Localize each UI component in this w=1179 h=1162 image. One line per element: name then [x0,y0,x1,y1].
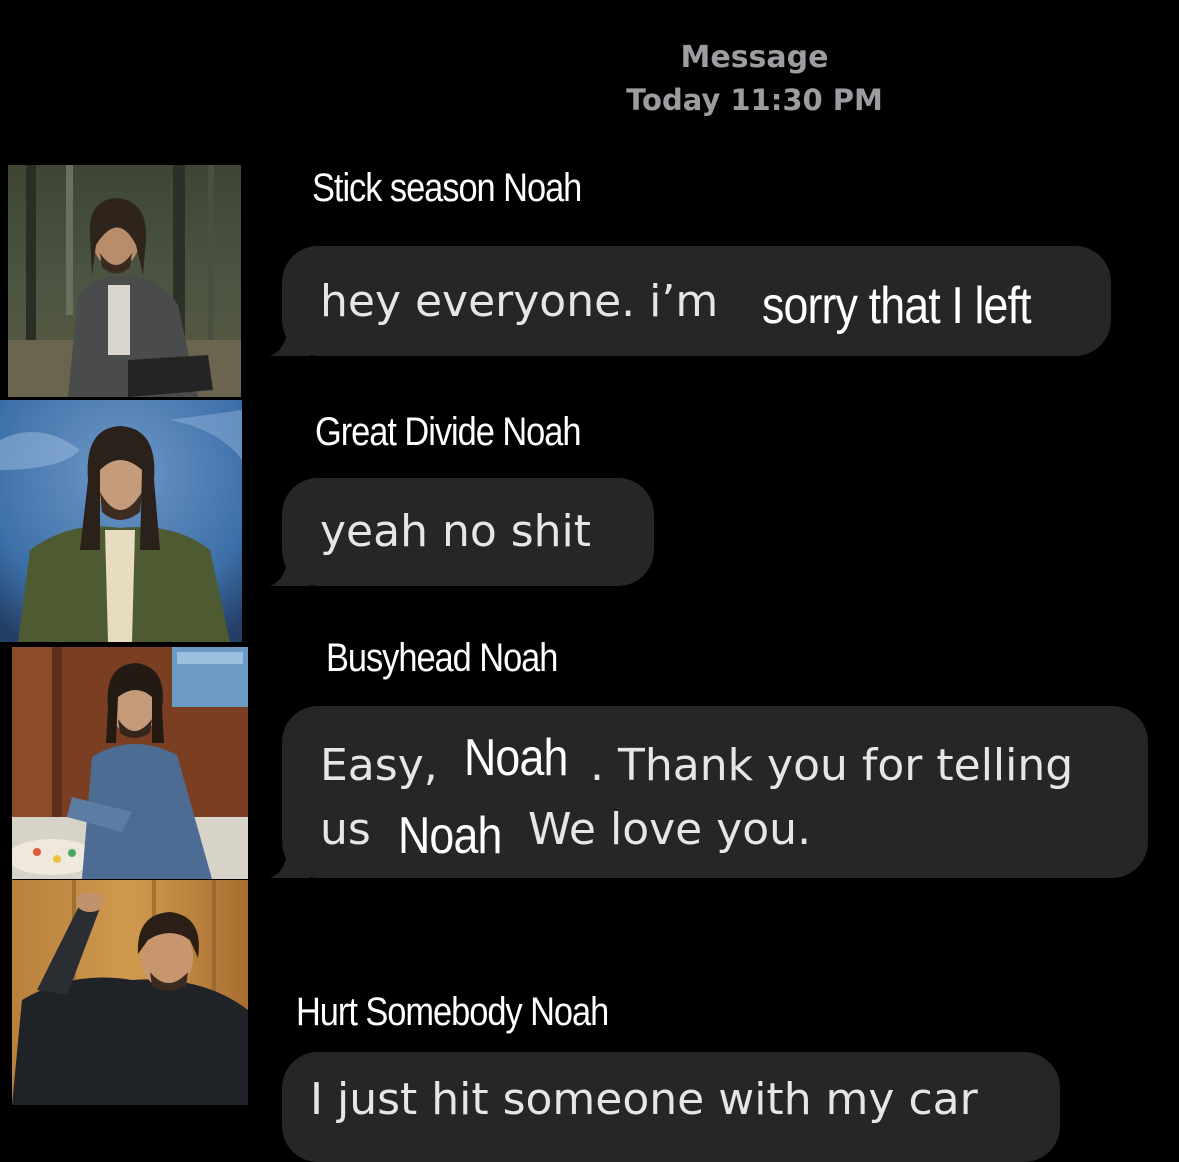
message-text-edit: Noah [464,729,568,787]
message-bubble[interactable]: Easy, Noah . Thank you for telling us No… [270,706,1148,878]
header-timestamp: Today 11:30 PM [626,83,883,117]
sender-name: Busyhead Noah [326,636,558,680]
message-bubble[interactable]: yeah no shit [270,478,654,586]
bubble-tail-icon [270,848,310,878]
message-text-edit: sorry that I left [762,277,1032,335]
avatar-great-divide [0,400,242,642]
message-text: Easy, [320,740,438,791]
person-photo-icon [0,400,242,642]
sender-name: Great Divide Noah [315,410,581,454]
sender-name: Hurt Somebody Noah [296,990,609,1034]
bubble-tail-icon [270,556,310,586]
person-photo-icon [8,165,241,397]
message-bubble[interactable]: hey everyone. i’m sorry that I left [270,246,1111,356]
avatar-busyhead [12,647,248,879]
person-photo-icon [12,647,248,879]
avatar-hurt-somebody [12,880,248,1105]
message-text: hey everyone. i’m [320,276,719,327]
sender-name: Stick season Noah [312,166,582,210]
message-text: . Thank you for telling [590,740,1074,791]
header-title: Message [680,40,829,75]
message-text-edit: Noah [398,807,502,865]
bubble-tail-icon [270,326,310,356]
message-bubble[interactable]: I just hit someone with my car [282,1052,1060,1162]
person-photo-icon [12,880,248,1105]
message-text: We love you. [528,804,812,855]
conversation-header: Message Today 11:30 PM [0,38,1179,122]
message-text: I just hit someone with my car [310,1074,978,1125]
message-text: us [320,804,371,855]
avatar-stick-season [8,165,241,397]
message-text: yeah no shit [320,506,592,557]
